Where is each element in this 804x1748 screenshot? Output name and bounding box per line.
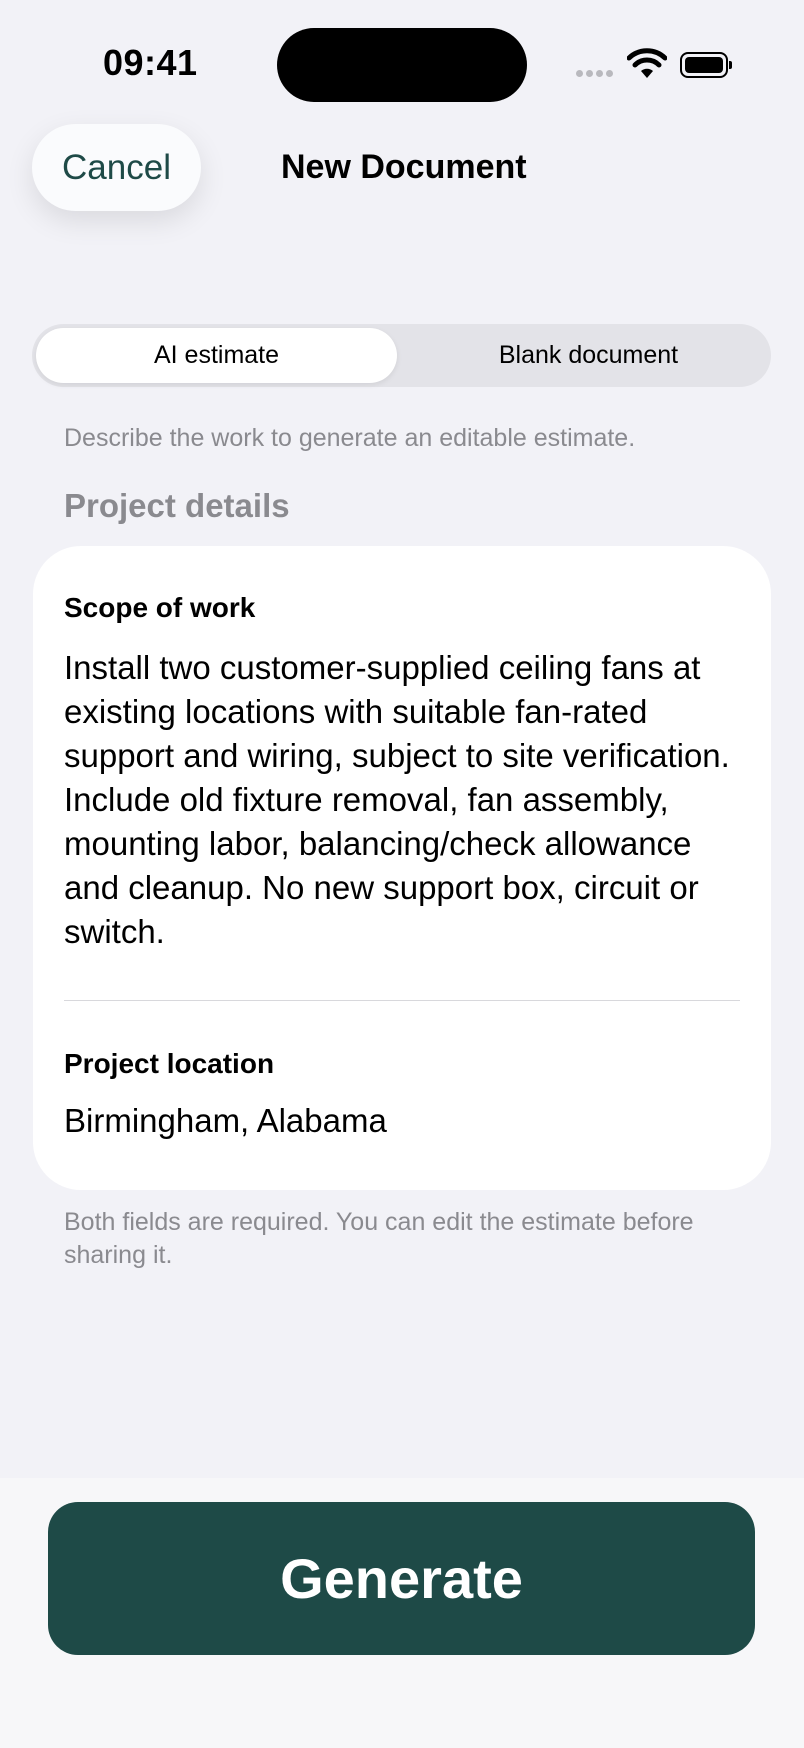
project-location-field[interactable]: Birmingham, Alabama (64, 1102, 387, 1140)
required-fields-note: Both fields are required. You can edit t… (64, 1208, 694, 1269)
segment-ai-estimate[interactable]: AI estimate (36, 328, 397, 383)
project-details-card: Scope of work Install two customer-suppl… (33, 546, 771, 1190)
page-title: New Document (281, 148, 527, 186)
cellular-signal-icon (576, 70, 616, 88)
battery-icon (680, 52, 732, 78)
wifi-icon (627, 48, 667, 78)
generate-button[interactable]: Generate (48, 1502, 755, 1655)
status-time: 09:41 (103, 42, 198, 83)
segment-blank-document[interactable]: Blank document (408, 328, 769, 383)
dynamic-island (277, 28, 527, 102)
section-header-project-details: Project details (64, 487, 290, 524)
mode-description: Describe the work to generate an editabl… (64, 424, 636, 452)
project-location-label: Project location (64, 1048, 275, 1079)
mode-segmented-control: AI estimate Blank document (32, 324, 771, 387)
scope-of-work-label: Scope of work (64, 592, 256, 623)
scope-of-work-field[interactable]: Install two customer-supplied ceiling fa… (64, 646, 754, 954)
divider (64, 1000, 740, 1001)
cancel-button[interactable]: Cancel (32, 124, 201, 211)
